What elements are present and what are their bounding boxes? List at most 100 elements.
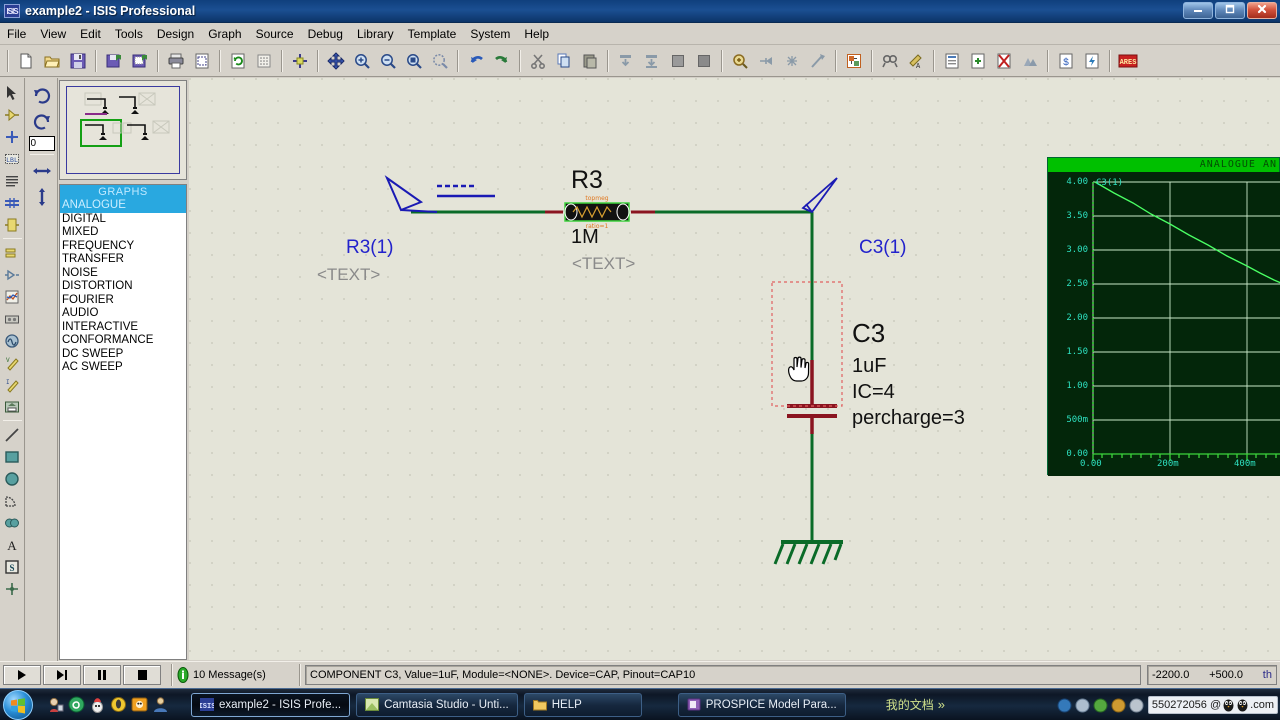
probe-label-r3-1[interactable]: R3(1) — [346, 237, 394, 259]
tray-icon-2[interactable] — [1075, 698, 1090, 713]
text-script-icon[interactable] — [1, 170, 24, 191]
zoom-all-icon[interactable] — [402, 49, 426, 73]
tape-recorder-icon[interactable] — [1, 308, 24, 329]
voltage-probe-icon[interactable]: V — [1, 352, 24, 373]
print-area-icon[interactable] — [190, 49, 214, 73]
graph-item-fourier[interactable]: FOURIER — [60, 294, 186, 308]
marker-tool-icon[interactable] — [1, 578, 24, 599]
maximize-button[interactable] — [1215, 2, 1245, 19]
print-icon[interactable] — [164, 49, 188, 73]
bom-report-icon[interactable]: $ — [1054, 49, 1078, 73]
menu-view[interactable]: View — [33, 25, 73, 43]
menu-graph[interactable]: Graph — [201, 25, 248, 43]
save-icon[interactable] — [66, 49, 90, 73]
ql-icon-2[interactable] — [68, 696, 85, 713]
analogue-graph-window[interactable]: ANALOGUE AN 0.00 500m 1.00 1.50 2.00 2.5… — [1047, 157, 1280, 476]
capacitor-value-label[interactable]: 1uF — [852, 355, 886, 378]
undo-icon[interactable] — [464, 49, 488, 73]
toggle-netlist-icon[interactable] — [842, 49, 866, 73]
zoom-in-icon[interactable] — [350, 49, 374, 73]
cut-icon[interactable] — [526, 49, 550, 73]
ql-icon-6[interactable] — [152, 696, 169, 713]
junction-dot-icon[interactable] — [1, 126, 24, 147]
block-copy-icon[interactable] — [614, 49, 638, 73]
open-folder-icon[interactable] — [40, 49, 64, 73]
menu-file[interactable]: File — [0, 25, 33, 43]
resistor-ref-label[interactable]: R3 — [571, 166, 603, 195]
copy-icon[interactable] — [552, 49, 576, 73]
menu-tools[interactable]: Tools — [108, 25, 150, 43]
text-tool-icon[interactable]: A — [1, 534, 24, 555]
graph-plot-area[interactable]: 0.00 500m 1.00 1.50 2.00 2.50 3.00 3.50 … — [1048, 172, 1280, 476]
probe-label-c3-1[interactable]: C3(1) — [859, 237, 907, 259]
menu-debug[interactable]: Debug — [301, 25, 350, 43]
rotation-angle-input[interactable] — [28, 136, 55, 151]
chevron-right-icon[interactable]: » — [938, 697, 945, 712]
buses-icon[interactable] — [1, 192, 24, 213]
menu-design[interactable]: Design — [150, 25, 201, 43]
toggle-grid-icon[interactable] — [252, 49, 276, 73]
block-delete-icon[interactable] — [692, 49, 716, 73]
graph-item-conformance[interactable]: CONFORMANCE — [60, 334, 186, 348]
line-tool-icon[interactable] — [1, 424, 24, 445]
menu-template[interactable]: Template — [401, 25, 464, 43]
graph-trace-legend[interactable]: C3(1) — [1096, 178, 1123, 188]
zoom-area-icon[interactable] — [428, 49, 452, 73]
ql-icon-3[interactable] — [89, 696, 106, 713]
tray-icon-5[interactable] — [1129, 698, 1144, 713]
graph-item-audio[interactable]: AUDIO — [60, 307, 186, 321]
tray-icon-1[interactable] — [1057, 698, 1072, 713]
ql-icon-5[interactable] — [131, 696, 148, 713]
mirror-vertical-icon[interactable] — [28, 184, 56, 210]
menu-help[interactable]: Help — [517, 25, 556, 43]
tray-icon-3[interactable] — [1093, 698, 1108, 713]
box-tool-icon[interactable] — [1, 446, 24, 467]
circle-tool-icon[interactable] — [1, 468, 24, 489]
taskbar-item-isis[interactable]: ISIS example2 - ISIS Profe... — [191, 692, 351, 717]
play-button[interactable] — [3, 665, 41, 685]
ql-icon-4[interactable] — [110, 696, 127, 713]
generator-icon[interactable] — [1, 330, 24, 351]
menu-system[interactable]: System — [463, 25, 517, 43]
capacitor-ic-label[interactable]: IC=4 — [852, 381, 895, 404]
capacitor-ref-label[interactable]: C3 — [852, 318, 885, 349]
graph-item-transfer[interactable]: TRANSFER — [60, 253, 186, 267]
hierarchy-icon[interactable] — [1018, 49, 1042, 73]
graph-item-dc-sweep[interactable]: DC SWEEP — [60, 348, 186, 362]
graph-item-frequency[interactable]: FREQUENCY — [60, 240, 186, 254]
stop-button[interactable] — [123, 665, 161, 685]
export-section-icon[interactable] — [128, 49, 152, 73]
graph-item-analogue[interactable]: ANALOGUE — [60, 199, 186, 213]
graph-item-interactive[interactable]: INTERACTIVE — [60, 321, 186, 335]
rotate-counterclockwise-icon[interactable] — [28, 108, 56, 134]
pan-icon[interactable] — [324, 49, 348, 73]
message-indicator[interactable]: 10 Message(s) — [177, 667, 295, 683]
import-section-icon[interactable] — [102, 49, 126, 73]
taskbar-item-help[interactable]: HELP — [523, 692, 642, 717]
property-assign-icon[interactable]: A — [904, 49, 928, 73]
device-pins-icon[interactable] — [1, 264, 24, 285]
make-device-icon[interactable] — [754, 49, 778, 73]
new-sheet-icon[interactable] — [940, 49, 964, 73]
zoom-out-icon[interactable] — [376, 49, 400, 73]
graph-item-ac-sweep[interactable]: AC SWEEP — [60, 361, 186, 375]
menu-edit[interactable]: Edit — [73, 25, 108, 43]
new-file-icon[interactable] — [14, 49, 38, 73]
capacitor-percharge-label[interactable]: percharge=3 — [852, 407, 965, 430]
overview-navigator[interactable] — [59, 80, 187, 180]
resistor-text-placeholder[interactable]: <TEXT> — [572, 254, 635, 274]
current-probe-icon[interactable]: I — [1, 374, 24, 395]
graph-item-distortion[interactable]: DISTORTION — [60, 280, 186, 294]
close-button[interactable] — [1247, 2, 1277, 19]
erc-report-icon[interactable] — [1080, 49, 1104, 73]
path-tool-icon[interactable] — [1, 512, 24, 533]
terminals-icon[interactable] — [1, 242, 24, 263]
probe-text-placeholder-left[interactable]: <TEXT> — [317, 265, 380, 285]
tray-icon-4[interactable] — [1111, 698, 1126, 713]
ql-icon-1[interactable] — [47, 696, 64, 713]
arc-tool-icon[interactable] — [1, 490, 24, 511]
block-rotate-icon[interactable] — [666, 49, 690, 73]
pause-button[interactable] — [83, 665, 121, 685]
refresh-icon[interactable] — [226, 49, 250, 73]
packaging-tool-icon[interactable] — [780, 49, 804, 73]
